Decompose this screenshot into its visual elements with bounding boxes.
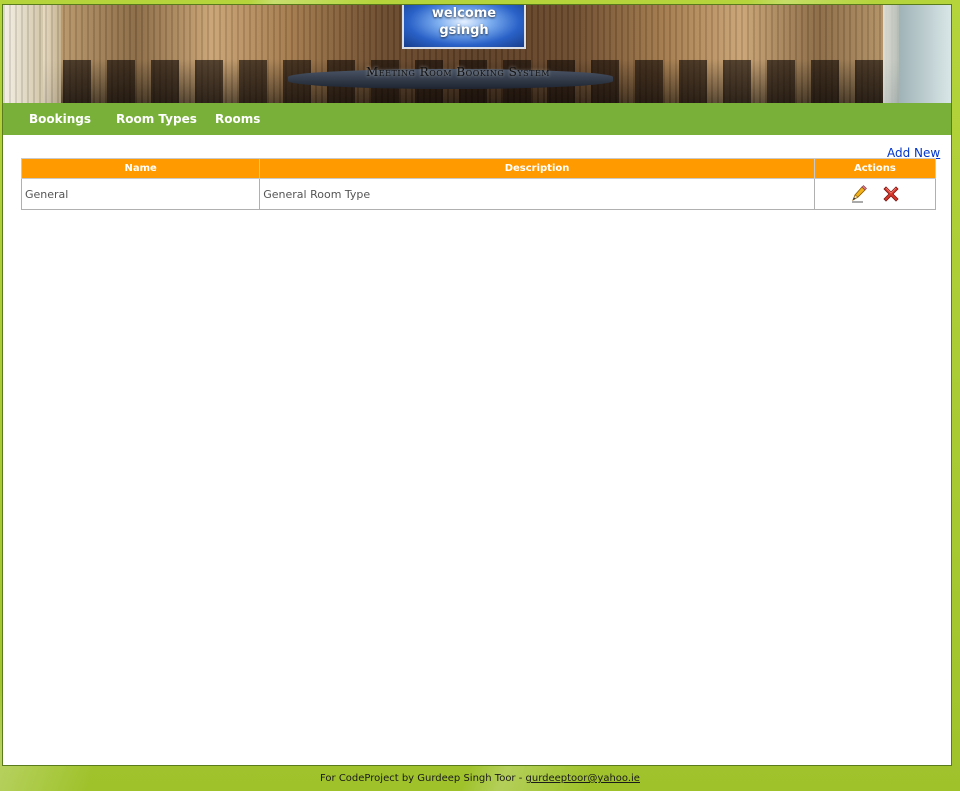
welcome-label: welcome [431,6,497,21]
banner-window-right [899,5,951,103]
footer-email-link[interactable]: gurdeeptoor@yahoo.ie [526,773,640,784]
footer: For CodeProject by Gurdeep Singh Toor - … [0,773,960,784]
column-header-description: Description [259,158,815,179]
column-header-actions: Actions [813,158,937,179]
edit-icon[interactable] [849,184,869,204]
footer-credit: For CodeProject by Gurdeep Singh Toor - [320,773,526,784]
cell-description: General Room Type [259,178,815,210]
table-row: General General Room Type [20,178,937,210]
system-title: Meeting Room Booking System [366,65,550,79]
cell-name: General [20,178,261,210]
column-header-name: Name [20,158,261,179]
page-frame: welcome gsingh Meeting Room Booking Syst… [2,4,952,766]
room-types-table: Name Description Actions General General… [20,158,937,210]
nav-item-bookings[interactable]: Bookings [29,103,91,135]
cell-actions [813,178,937,210]
nav-item-room-types[interactable]: Room Types [116,103,197,135]
header-banner: welcome gsingh Meeting Room Booking Syst… [3,5,951,103]
nav-item-rooms[interactable]: Rooms [215,103,260,135]
banner-pillar-right [883,5,899,103]
delete-icon[interactable] [881,184,901,204]
main-nav: Bookings Room Types Rooms [3,103,951,135]
username: gsingh [439,23,489,38]
table-header-row: Name Description Actions [20,158,937,179]
welcome-message: welcome gsingh [402,5,526,39]
